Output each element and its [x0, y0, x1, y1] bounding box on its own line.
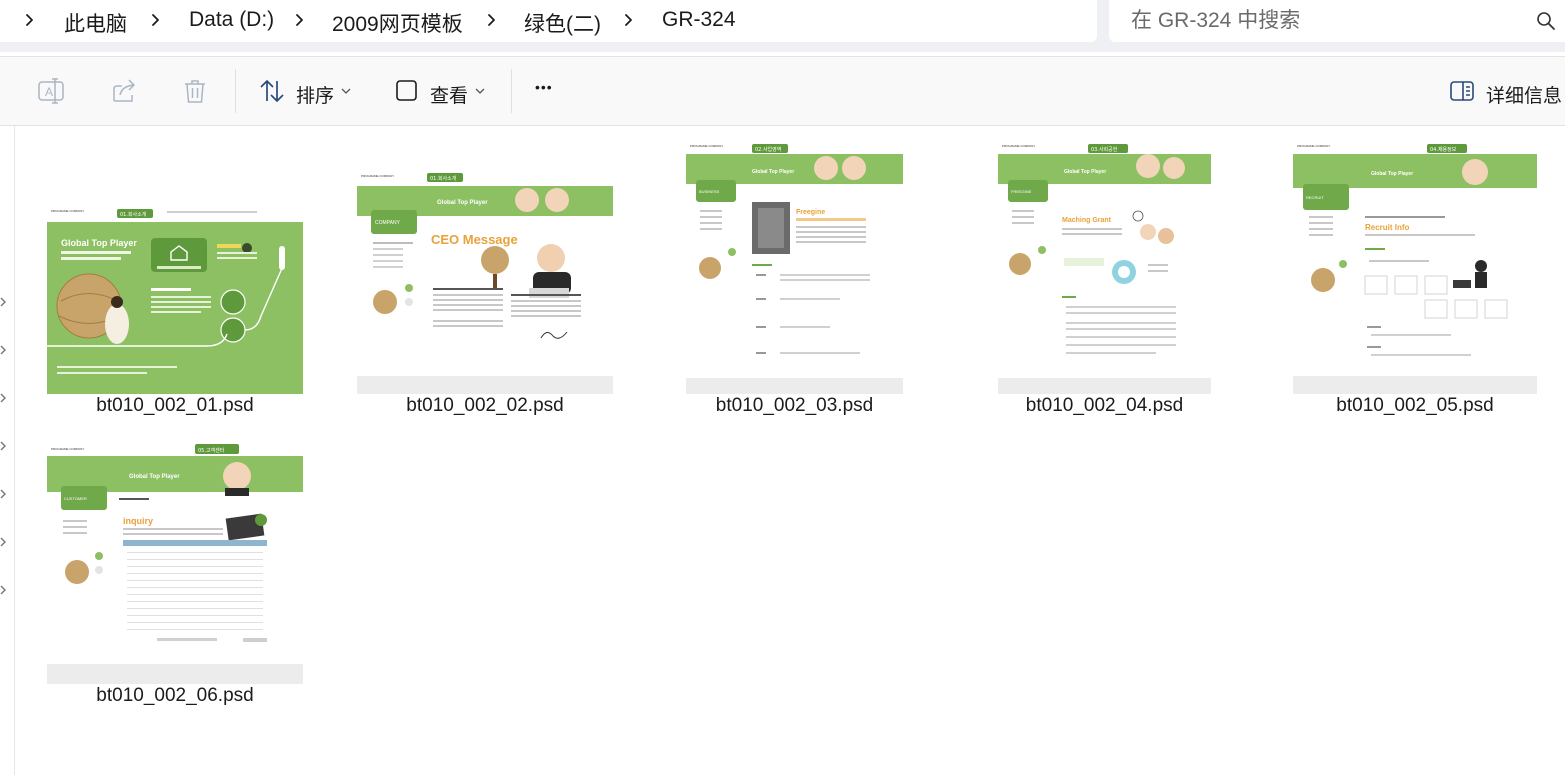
- file-name[interactable]: bt010_002_05.psd: [1253, 395, 1565, 417]
- breadcrumb-data-drive[interactable]: Data (D:): [189, 8, 274, 32]
- file-item[interactable]: PROGRAME COMPANY 04.채용정보 Global Top Play…: [1293, 140, 1537, 416]
- breadcrumb-current-folder[interactable]: GR-324: [662, 8, 736, 32]
- sort-label: 排序: [296, 86, 335, 107]
- command-bar: A 排序 查看 ••• 详细信息: [0, 56, 1565, 126]
- navigation-pane-edge[interactable]: [0, 126, 15, 775]
- file-item[interactable]: PROGRAME COMPANY 05.고객센터 Global Top Play…: [47, 436, 303, 706]
- trash-icon: [182, 75, 208, 107]
- file-name[interactable]: bt010_002_03.psd: [646, 395, 943, 417]
- svg-text:PROGRAME COMPANY: PROGRAME COMPANY: [51, 447, 84, 451]
- file-item[interactable]: PROGRAME COMPANY 01.회사소개 Global Top Play…: [357, 170, 613, 416]
- svg-text:PROGRAME COMPANY: PROGRAME COMPANY: [690, 144, 723, 148]
- chevron-down-icon: [340, 85, 352, 97]
- thumb-side-title: CUSTOMER: [64, 496, 87, 501]
- svg-text:PROGRAME COMPANY: PROGRAME COMPANY: [51, 209, 84, 213]
- expand-arrow-icon[interactable]: [0, 583, 8, 595]
- svg-text:A: A: [45, 85, 53, 99]
- chevron-right-icon[interactable]: [146, 9, 166, 31]
- view-button[interactable]: 查看: [394, 75, 492, 107]
- file-name[interactable]: bt010_002_01.psd: [7, 395, 343, 417]
- rename-icon: A: [37, 75, 65, 107]
- thumb-section-label: 05.고객센터: [198, 447, 224, 454]
- svg-text:PROGRAME COMPANY: PROGRAME COMPANY: [1002, 144, 1035, 148]
- thumb-headline: inquiry: [123, 516, 153, 526]
- svg-text:PROGRAME COMPANY: PROGRAME COMPANY: [361, 174, 394, 178]
- file-name[interactable]: bt010_002_06.psd: [7, 685, 343, 707]
- delete-button[interactable]: [182, 75, 208, 107]
- thumb-section-label: 01.회사소개: [120, 211, 147, 218]
- file-thumbnail: PROGRAME COMPANY 03.사회공헌 Global Top Play…: [998, 140, 1211, 394]
- sort-button[interactable]: 排序: [258, 75, 356, 107]
- view-label: 查看: [430, 86, 469, 107]
- breadcrumb-this-pc[interactable]: 此电脑: [64, 8, 127, 38]
- thumb-side-title: FREEGINE: [1011, 189, 1032, 194]
- rename-button[interactable]: A: [37, 75, 65, 107]
- thumb-heading: Global Top Player: [129, 474, 180, 480]
- thumb-section-label: 04.채용정보: [1430, 146, 1457, 153]
- details-pane-icon: [1449, 75, 1475, 107]
- share-button[interactable]: [110, 75, 138, 107]
- address-row: 此电脑 Data (D:) 2009网页模板 绿色(二) GR-324: [0, 0, 1565, 52]
- thumb-side-title: RECRUIT: [1306, 195, 1324, 200]
- expand-arrow-icon[interactable]: [0, 439, 8, 451]
- thumb-heading: Global Top Player: [1064, 169, 1106, 175]
- file-thumbnail: PROGRAME COMPANY 01.회사소개 Global Top Play…: [357, 170, 613, 394]
- more-options-button[interactable]: •••: [535, 75, 565, 107]
- file-name[interactable]: bt010_002_04.psd: [958, 395, 1251, 417]
- file-thumbnail: PROGRAME COMPANY 05.고객센터 Global Top Play…: [47, 436, 303, 684]
- thumb-headline: Freegine: [796, 209, 825, 216]
- file-thumbnail: PROGRAME COMPANY 01.회사소개 Global Top Play…: [47, 206, 303, 394]
- file-item[interactable]: PROGRAME COMPANY 01.회사소개 Global Top Play…: [47, 206, 303, 416]
- chevron-right-icon[interactable]: [290, 9, 310, 31]
- thumb-heading: Global Top Player: [752, 169, 794, 175]
- view-square-icon: [394, 75, 420, 107]
- expand-arrow-icon[interactable]: [0, 487, 8, 499]
- expand-arrow-icon[interactable]: [0, 535, 8, 547]
- file-name[interactable]: bt010_002_02.psd: [317, 395, 653, 417]
- thumb-section-label: 03.사회공헌: [1091, 146, 1118, 153]
- search-box[interactable]: [1109, 0, 1565, 42]
- expand-arrow-icon[interactable]: [0, 295, 8, 307]
- details-pane-button[interactable]: 详细信息: [1449, 75, 1563, 107]
- thumb-side-title: COMPANY: [375, 220, 401, 226]
- file-thumbnail: PROGRAME COMPANY 04.채용정보 Global Top Play…: [1293, 140, 1537, 394]
- thumb-section-label: 02.사업영역: [755, 146, 781, 153]
- toolbar-divider: [235, 69, 236, 113]
- chevron-right-icon[interactable]: [619, 9, 639, 31]
- search-icon[interactable]: [1535, 10, 1557, 32]
- more-options-label: •••: [535, 79, 553, 95]
- breadcrumb-green-two[interactable]: 绿色(二): [524, 8, 601, 38]
- svg-text:PROGRAME COMPANY: PROGRAME COMPANY: [1297, 144, 1330, 148]
- chevron-down-icon: [474, 85, 486, 97]
- share-icon: [110, 75, 138, 107]
- expand-arrow-icon[interactable]: [0, 343, 8, 355]
- thumb-heading: Global Top Player: [437, 200, 488, 206]
- thumb-side-title: BUSINESS: [699, 189, 720, 194]
- search-input[interactable]: [1129, 6, 1513, 36]
- breadcrumb-templates-2009[interactable]: 2009网页模板: [332, 8, 463, 38]
- thumb-headline: CEO Message: [431, 232, 518, 247]
- thumb-section-label: 01.회사소개: [430, 175, 457, 182]
- thumb-headline: Recruit Info: [1365, 223, 1410, 232]
- details-label: 详细信息: [1486, 86, 1563, 107]
- chevron-right-icon[interactable]: [482, 9, 502, 31]
- thumb-heading: Global Top Player: [61, 238, 137, 248]
- thumb-headline: Maching Grant: [1062, 217, 1112, 224]
- file-item[interactable]: PROGRAME COMPANY 02.사업영역 Global Top Play…: [686, 140, 903, 416]
- toolbar-divider: [511, 69, 512, 113]
- chevron-right-icon[interactable]: [20, 9, 40, 31]
- breadcrumb[interactable]: 此电脑 Data (D:) 2009网页模板 绿色(二) GR-324: [0, 0, 1097, 42]
- file-grid: PROGRAME COMPANY 01.회사소개 Global Top Play…: [15, 126, 1565, 775]
- thumb-heading: Global Top Player: [1371, 171, 1413, 177]
- file-thumbnail: PROGRAME COMPANY 02.사업영역 Global Top Play…: [686, 140, 903, 394]
- file-item[interactable]: PROGRAME COMPANY 03.사회공헌 Global Top Play…: [998, 140, 1211, 416]
- sort-arrows-icon: [258, 75, 286, 107]
